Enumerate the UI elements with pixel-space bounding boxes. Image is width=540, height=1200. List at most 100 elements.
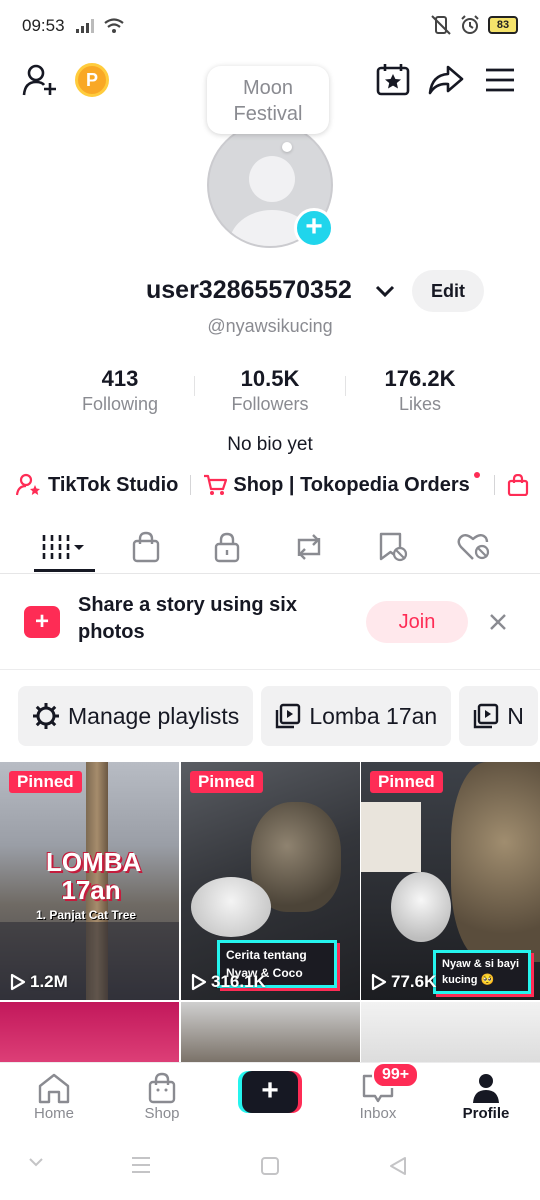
background-object-shape — [361, 802, 421, 872]
user-star-icon — [16, 473, 40, 496]
playlist-label: N — [507, 702, 524, 729]
tab-shop[interactable] — [116, 526, 176, 568]
shop-orders-label: Shop | Tokopedia Orders — [233, 473, 470, 496]
adult-cat-shape — [451, 762, 540, 962]
alarm-icon — [461, 15, 479, 34]
stat-followers[interactable]: 10.5K Followers — [200, 366, 340, 415]
share-icon — [428, 65, 464, 95]
home-square-icon[interactable] — [260, 1156, 280, 1176]
view-count: 77.6K — [371, 972, 436, 992]
tab-favorites[interactable] — [362, 526, 422, 568]
playlist-icon — [474, 703, 499, 729]
close-icon[interactable] — [484, 608, 512, 636]
manage-playlists-button[interactable]: Manage playlists — [18, 686, 254, 746]
lock-icon — [214, 532, 240, 563]
calendar-star-icon — [376, 64, 410, 96]
nav-home-label: Home — [33, 1105, 74, 1122]
view-count-value: 1.2M — [30, 972, 68, 991]
shopping-bag-icon — [507, 474, 528, 496]
video-thumbnail[interactable]: Pinned LOMBA 17an 1. Panjat Cat Tree 1.2… — [0, 762, 179, 1000]
bookmark-hidden-icon — [379, 532, 408, 562]
view-count-value: 77.6K — [391, 972, 437, 991]
play-icon — [10, 973, 26, 991]
battery-indicator: 83 — [488, 16, 518, 34]
video-thumbnail[interactable] — [361, 1002, 540, 1062]
recent-apps-icon[interactable] — [130, 1156, 152, 1174]
tiktok-studio-label: TikTok Studio — [48, 473, 179, 496]
add-avatar-button[interactable]: + — [294, 208, 334, 248]
share-profile-button[interactable] — [426, 60, 466, 100]
bottom-navigation: Home Shop + Inbox Profile — [0, 1062, 540, 1134]
view-count: 1.2M — [10, 972, 68, 992]
video-thumbnail[interactable] — [0, 1002, 179, 1062]
signal-icon — [76, 19, 94, 33]
video-thumbnail[interactable] — [181, 1002, 360, 1062]
stat-value: 413 — [101, 366, 139, 391]
repost-icon — [297, 534, 321, 560]
playlist-item[interactable]: N — [459, 686, 538, 746]
nav-inbox-label: Inbox — [359, 1105, 397, 1122]
add-friend-button[interactable] — [20, 60, 60, 100]
inbox-badge: 99+ — [372, 1062, 420, 1088]
nav-shop[interactable]: Shop — [112, 1071, 212, 1122]
add-user-icon — [22, 64, 56, 96]
join-button[interactable]: Join — [366, 601, 468, 643]
video-thumbnail[interactable]: Pinned Nyaw & si bayi kucing 🥺 77.6K — [361, 762, 540, 1000]
profile-handle: @nyawsikucing — [207, 316, 333, 336]
create-button[interactable]: + — [238, 1071, 302, 1113]
tab-active-indicator — [34, 569, 95, 572]
menu-button[interactable] — [480, 60, 520, 100]
shop-orders-link[interactable]: Shop | Tokopedia Orders — [203, 472, 481, 497]
home-icon — [38, 1073, 70, 1104]
stat-divider — [345, 376, 346, 396]
stat-label: Followers — [231, 394, 309, 414]
system-navigation-bar — [0, 1134, 540, 1200]
nav-shop-label: Shop — [144, 1105, 180, 1122]
stat-likes[interactable]: 176.2K Likes — [350, 366, 490, 415]
profile-username[interactable]: user32865570352 — [146, 276, 352, 305]
coins-button[interactable]: P — [72, 60, 112, 100]
tiktok-studio-link[interactable]: TikTok Studio — [16, 473, 178, 497]
video-thumbnail[interactable]: Pinned Cerita tentang Nyaw & Coco 316.1K — [181, 762, 360, 1000]
nav-profile-label: Profile — [462, 1105, 510, 1122]
promo-text: Share a story using six photos — [78, 594, 297, 643]
content-tabs — [0, 520, 540, 574]
chevron-down-icon[interactable] — [28, 1156, 44, 1168]
notification-dot — [473, 472, 480, 478]
playlists-row: Manage playlists Lomba 17an N — [18, 686, 538, 746]
tab-liked[interactable] — [444, 526, 504, 568]
shopping-bag-icon — [132, 531, 160, 563]
stat-following[interactable]: 413 Following — [50, 366, 190, 415]
status-icons-left — [76, 18, 124, 34]
hamburger-menu-icon — [486, 68, 514, 92]
playlist-item[interactable]: Lomba 17an — [261, 686, 452, 746]
play-icon — [371, 973, 387, 991]
link-divider — [190, 475, 192, 495]
tab-private[interactable] — [197, 526, 257, 568]
tab-videos[interactable] — [34, 526, 94, 568]
grid-icon — [42, 535, 84, 559]
gear-icon — [33, 703, 59, 729]
profile-bio[interactable]: No bio yet — [0, 434, 540, 456]
calendar-button[interactable] — [373, 60, 413, 100]
heart-hidden-icon — [457, 534, 490, 560]
view-count: 316.1K — [191, 972, 266, 992]
nav-home[interactable]: Home — [4, 1071, 104, 1122]
back-triangle-icon[interactable] — [388, 1156, 408, 1176]
stat-value: 10.5K — [240, 366, 300, 391]
bag-link[interactable] — [507, 474, 529, 496]
status-time: 09:53 — [22, 16, 65, 35]
playlist-icon — [276, 703, 301, 729]
shopping-bag-icon — [148, 1072, 176, 1104]
stat-divider — [194, 376, 195, 396]
bubble-tail — [282, 142, 292, 152]
video-caption-box: Nyaw & si bayi kucing 🥺 — [433, 950, 531, 994]
status-icons-right: 83 — [430, 15, 518, 35]
status-bubble[interactable]: Moon Festival — [207, 66, 329, 134]
vibrate-off-icon — [431, 15, 451, 35]
edit-profile-button[interactable]: Edit — [412, 270, 484, 312]
link-divider — [493, 475, 495, 495]
tab-reposts[interactable] — [279, 526, 339, 568]
nav-profile[interactable]: Profile — [436, 1071, 536, 1122]
chevron-down-icon[interactable] — [374, 282, 396, 300]
